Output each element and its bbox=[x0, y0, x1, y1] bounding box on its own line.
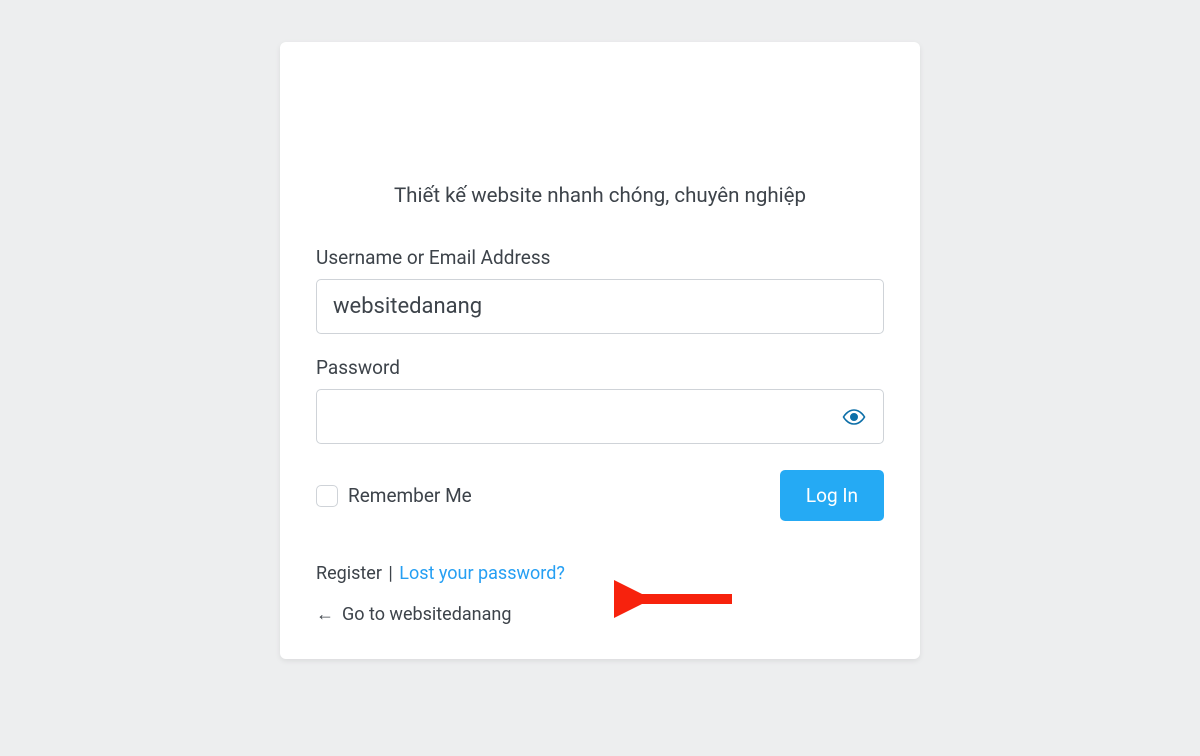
lost-password-link[interactable]: Lost your password? bbox=[399, 563, 565, 584]
separator: | bbox=[388, 563, 392, 584]
username-input[interactable] bbox=[316, 279, 884, 334]
remember-label: Remember Me bbox=[348, 484, 472, 507]
back-to-site-link[interactable]: ← Go to websitedanang bbox=[316, 604, 884, 625]
show-password-button[interactable] bbox=[838, 401, 870, 433]
password-label: Password bbox=[316, 356, 884, 379]
login-button[interactable]: Log In bbox=[780, 470, 884, 521]
tagline: Thiết kế website nhanh chóng, chuyên ngh… bbox=[316, 184, 884, 208]
remember-me[interactable]: Remember Me bbox=[316, 484, 472, 507]
login-card: Thiết kế website nhanh chóng, chuyên ngh… bbox=[280, 42, 920, 659]
password-input[interactable] bbox=[316, 389, 884, 444]
back-label: Go to websitedanang bbox=[342, 604, 511, 625]
username-label: Username or Email Address bbox=[316, 246, 884, 269]
arrow-left-icon: ← bbox=[316, 604, 334, 625]
remember-checkbox[interactable] bbox=[316, 485, 338, 507]
nav-links: Register | Lost your password? bbox=[316, 563, 884, 584]
password-group: Password bbox=[316, 356, 884, 444]
username-group: Username or Email Address bbox=[316, 246, 884, 334]
eye-icon bbox=[842, 405, 866, 429]
register-link[interactable]: Register bbox=[316, 563, 382, 584]
remember-login-row: Remember Me Log In bbox=[316, 470, 884, 521]
